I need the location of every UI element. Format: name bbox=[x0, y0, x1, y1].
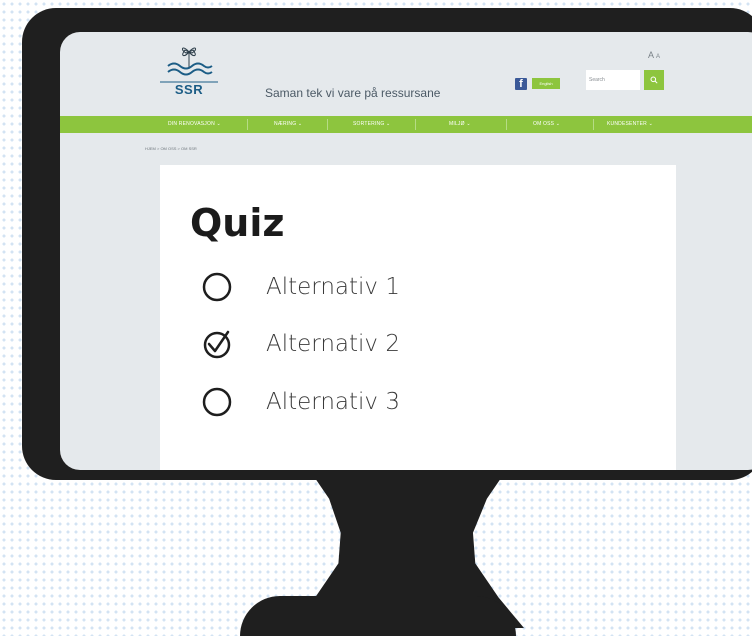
monitor-stand-base bbox=[240, 596, 516, 636]
quiz-option-1[interactable]: Alternativ 1 bbox=[200, 270, 400, 304]
quiz-option-label: Alternativ 3 bbox=[266, 389, 400, 415]
radio-circle-icon[interactable] bbox=[200, 270, 234, 304]
page-title: Quiz bbox=[190, 201, 285, 245]
quiz-option-2[interactable]: Alternativ 2 bbox=[200, 327, 400, 361]
nav-divider bbox=[247, 119, 248, 130]
nav-divider bbox=[415, 119, 416, 130]
nav-divider bbox=[327, 119, 328, 130]
site-tagline: Saman tek vi vare på ressursane bbox=[265, 86, 441, 100]
nav-item-din-renovasjon[interactable]: DIN RENOVASJON ⌄ bbox=[168, 116, 221, 133]
website-screen: SSR Saman tek vi vare på ressursane f En… bbox=[60, 32, 752, 470]
font-size-large[interactable]: A bbox=[648, 50, 654, 60]
language-button[interactable]: English bbox=[532, 78, 560, 89]
logo-text: SSR bbox=[174, 82, 204, 97]
nav-item-naering[interactable]: NÆRING ⌄ bbox=[274, 116, 302, 133]
nav-item-sortering[interactable]: SORTERING ⌄ bbox=[353, 116, 390, 133]
breadcrumb[interactable]: HJEM > OM OSS > OM SSR bbox=[145, 146, 197, 151]
ssr-logo-icon bbox=[160, 47, 218, 83]
ssr-logo[interactable]: SSR bbox=[158, 38, 220, 102]
font-size-toggle[interactable]: A A bbox=[648, 50, 660, 60]
main-navigation: DIN RENOVASJON ⌄ NÆRING ⌄ SORTERING ⌄ MI… bbox=[60, 116, 752, 133]
checked-circle-icon[interactable] bbox=[200, 327, 234, 361]
nav-item-miljo[interactable]: MILJØ ⌄ bbox=[449, 116, 471, 133]
nav-item-om-oss[interactable]: OM OSS ⌄ bbox=[533, 116, 560, 133]
nav-item-kundesenter[interactable]: KUNDESENTER ⌄ bbox=[607, 116, 653, 133]
radio-circle-icon[interactable] bbox=[200, 385, 234, 419]
nav-divider bbox=[593, 119, 594, 130]
quiz-option-3[interactable]: Alternativ 3 bbox=[200, 385, 400, 419]
monitor-frame: SSR Saman tek vi vare på ressursane f En… bbox=[22, 8, 752, 480]
facebook-icon[interactable]: f bbox=[515, 78, 527, 90]
nav-divider bbox=[506, 119, 507, 130]
quiz-content-card: Quiz Alternativ 1 Alternativ 2 Alternati… bbox=[160, 165, 676, 470]
search-icon bbox=[650, 76, 658, 84]
search-button[interactable] bbox=[644, 70, 664, 90]
font-size-small[interactable]: A bbox=[656, 54, 660, 60]
quiz-option-label: Alternativ 1 bbox=[266, 274, 400, 300]
search-input[interactable] bbox=[586, 70, 640, 90]
quiz-option-label: Alternativ 2 bbox=[266, 331, 400, 357]
